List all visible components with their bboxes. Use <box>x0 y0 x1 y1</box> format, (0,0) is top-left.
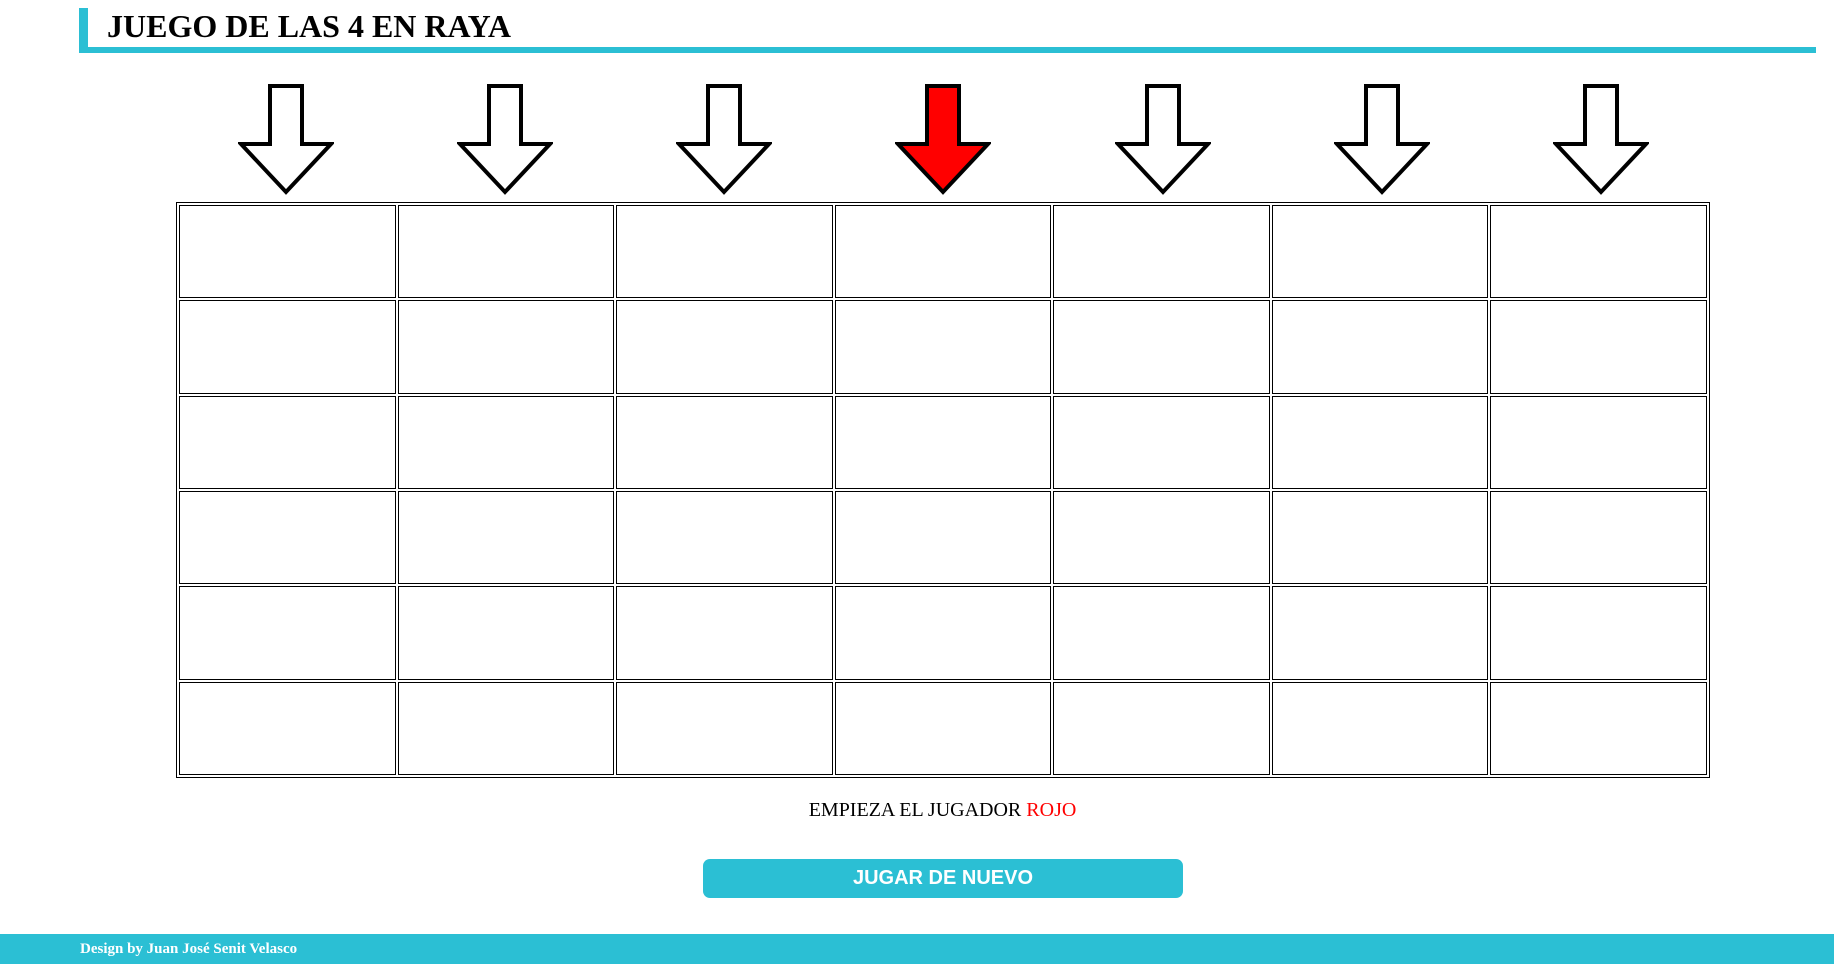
board-cell[interactable] <box>1271 681 1489 775</box>
down-arrow-icon <box>237 84 334 195</box>
board-row <box>179 490 1707 585</box>
board-cell[interactable] <box>397 586 615 680</box>
board-cell[interactable] <box>1490 395 1707 489</box>
status-prefix: EMPIEZA EL JUGADOR <box>808 799 1027 821</box>
column-1-drop[interactable] <box>176 84 395 196</box>
page-header: JUEGO DE LAS 4 EN RAYA <box>79 8 1816 53</box>
column-7-drop[interactable] <box>1492 84 1711 196</box>
board-cell[interactable] <box>1271 205 1489 299</box>
game-board <box>176 202 1710 778</box>
down-arrow-icon <box>456 84 553 195</box>
board-cell[interactable] <box>1490 681 1707 775</box>
board-cell[interactable] <box>1271 300 1489 394</box>
board-row <box>179 300 1707 394</box>
board-cell[interactable] <box>179 681 396 775</box>
board-cell[interactable] <box>834 490 1052 585</box>
board-cell[interactable] <box>616 681 833 775</box>
board-cell[interactable] <box>1053 395 1270 489</box>
board-cell[interactable] <box>834 300 1052 394</box>
board-cell[interactable] <box>616 395 833 489</box>
board-cell[interactable] <box>179 586 396 680</box>
board-cell[interactable] <box>616 205 833 299</box>
board-cell[interactable] <box>1053 681 1270 775</box>
board-cell[interactable] <box>1053 586 1270 680</box>
board-cell[interactable] <box>397 395 615 489</box>
board-cell[interactable] <box>179 395 396 489</box>
board-cell[interactable] <box>616 300 833 394</box>
board-cell[interactable] <box>179 205 396 299</box>
board-cell[interactable] <box>616 586 833 680</box>
footer: Design by Juan José Senit Velasco <box>0 934 1834 964</box>
board-cell[interactable] <box>616 490 833 585</box>
board-cell[interactable] <box>1490 490 1707 585</box>
board-cell[interactable] <box>1490 586 1707 680</box>
down-arrow-icon <box>1114 84 1211 195</box>
board-cell[interactable] <box>179 300 396 394</box>
board-cell[interactable] <box>397 681 615 775</box>
board-cell[interactable] <box>1053 205 1270 299</box>
board-row <box>179 681 1707 775</box>
board-cell[interactable] <box>1271 395 1489 489</box>
board-row <box>179 395 1707 489</box>
board-cell[interactable] <box>397 300 615 394</box>
down-arrow-icon <box>676 84 773 195</box>
down-arrow-icon <box>895 84 992 195</box>
board-cell[interactable] <box>834 681 1052 775</box>
board-cell[interactable] <box>1053 300 1270 394</box>
down-arrow-icon <box>1334 84 1431 195</box>
board-row <box>179 205 1707 299</box>
board-cell[interactable] <box>179 490 396 585</box>
board-cell[interactable] <box>1490 205 1707 299</box>
board-cell[interactable] <box>1271 490 1489 585</box>
column-4-drop[interactable] <box>834 84 1053 196</box>
board-cell[interactable] <box>834 586 1052 680</box>
column-arrows <box>176 84 1711 196</box>
down-arrow-icon <box>1553 84 1650 195</box>
board-row <box>179 586 1707 680</box>
current-player: ROJO <box>1026 799 1077 821</box>
column-5-drop[interactable] <box>1053 84 1272 196</box>
board-cell[interactable] <box>1053 490 1270 585</box>
board-cell[interactable] <box>1271 586 1489 680</box>
board-cell[interactable] <box>834 205 1052 299</box>
board-cell[interactable] <box>397 205 615 299</box>
board-cell[interactable] <box>1490 300 1707 394</box>
status-message: EMPIEZA EL JUGADOR ROJO <box>0 798 1834 822</box>
column-3-drop[interactable] <box>615 84 834 196</box>
column-6-drop[interactable] <box>1272 84 1491 196</box>
page: JUEGO DE LAS 4 EN RAYA EMPIEZA EL JUGADO… <box>0 0 1834 964</box>
board-cell[interactable] <box>397 490 615 585</box>
play-again-button[interactable]: JUGAR DE NUEVO <box>703 859 1183 898</box>
board-cell[interactable] <box>834 395 1052 489</box>
page-title: JUEGO DE LAS 4 EN RAYA <box>107 8 511 44</box>
footer-credit: Design by Juan José Senit Velasco <box>80 941 298 957</box>
column-2-drop[interactable] <box>395 84 614 196</box>
